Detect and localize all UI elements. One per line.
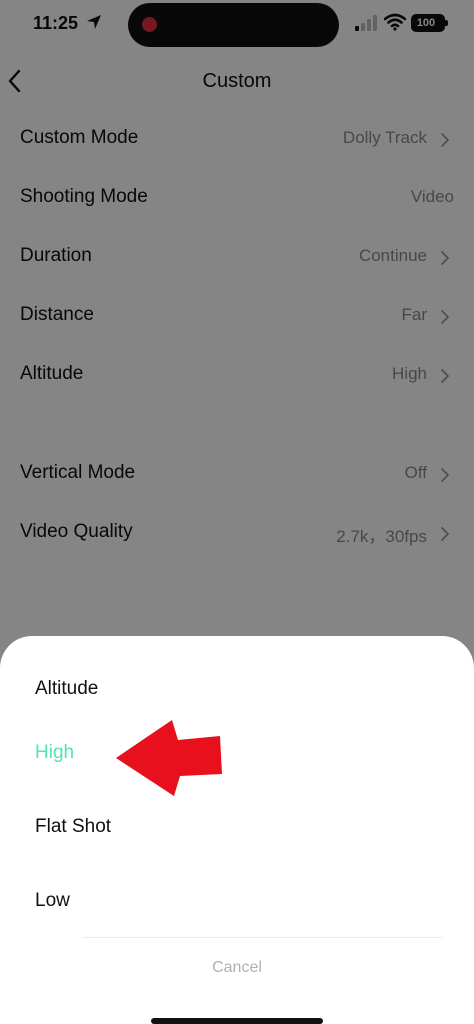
- cancel-button[interactable]: Cancel: [0, 959, 474, 977]
- home-indicator: [151, 1018, 323, 1024]
- altitude-option-high[interactable]: High: [35, 742, 74, 764]
- altitude-option-flat-shot[interactable]: Flat Shot: [35, 816, 111, 838]
- sheet-title: Altitude: [35, 678, 99, 699]
- red-annotation-arrow-icon: [116, 720, 222, 796]
- altitude-bottom-sheet: Altitude High Flat Shot Low Cancel: [0, 636, 474, 1024]
- sheet-divider: [82, 937, 442, 938]
- altitude-option-low[interactable]: Low: [35, 890, 70, 912]
